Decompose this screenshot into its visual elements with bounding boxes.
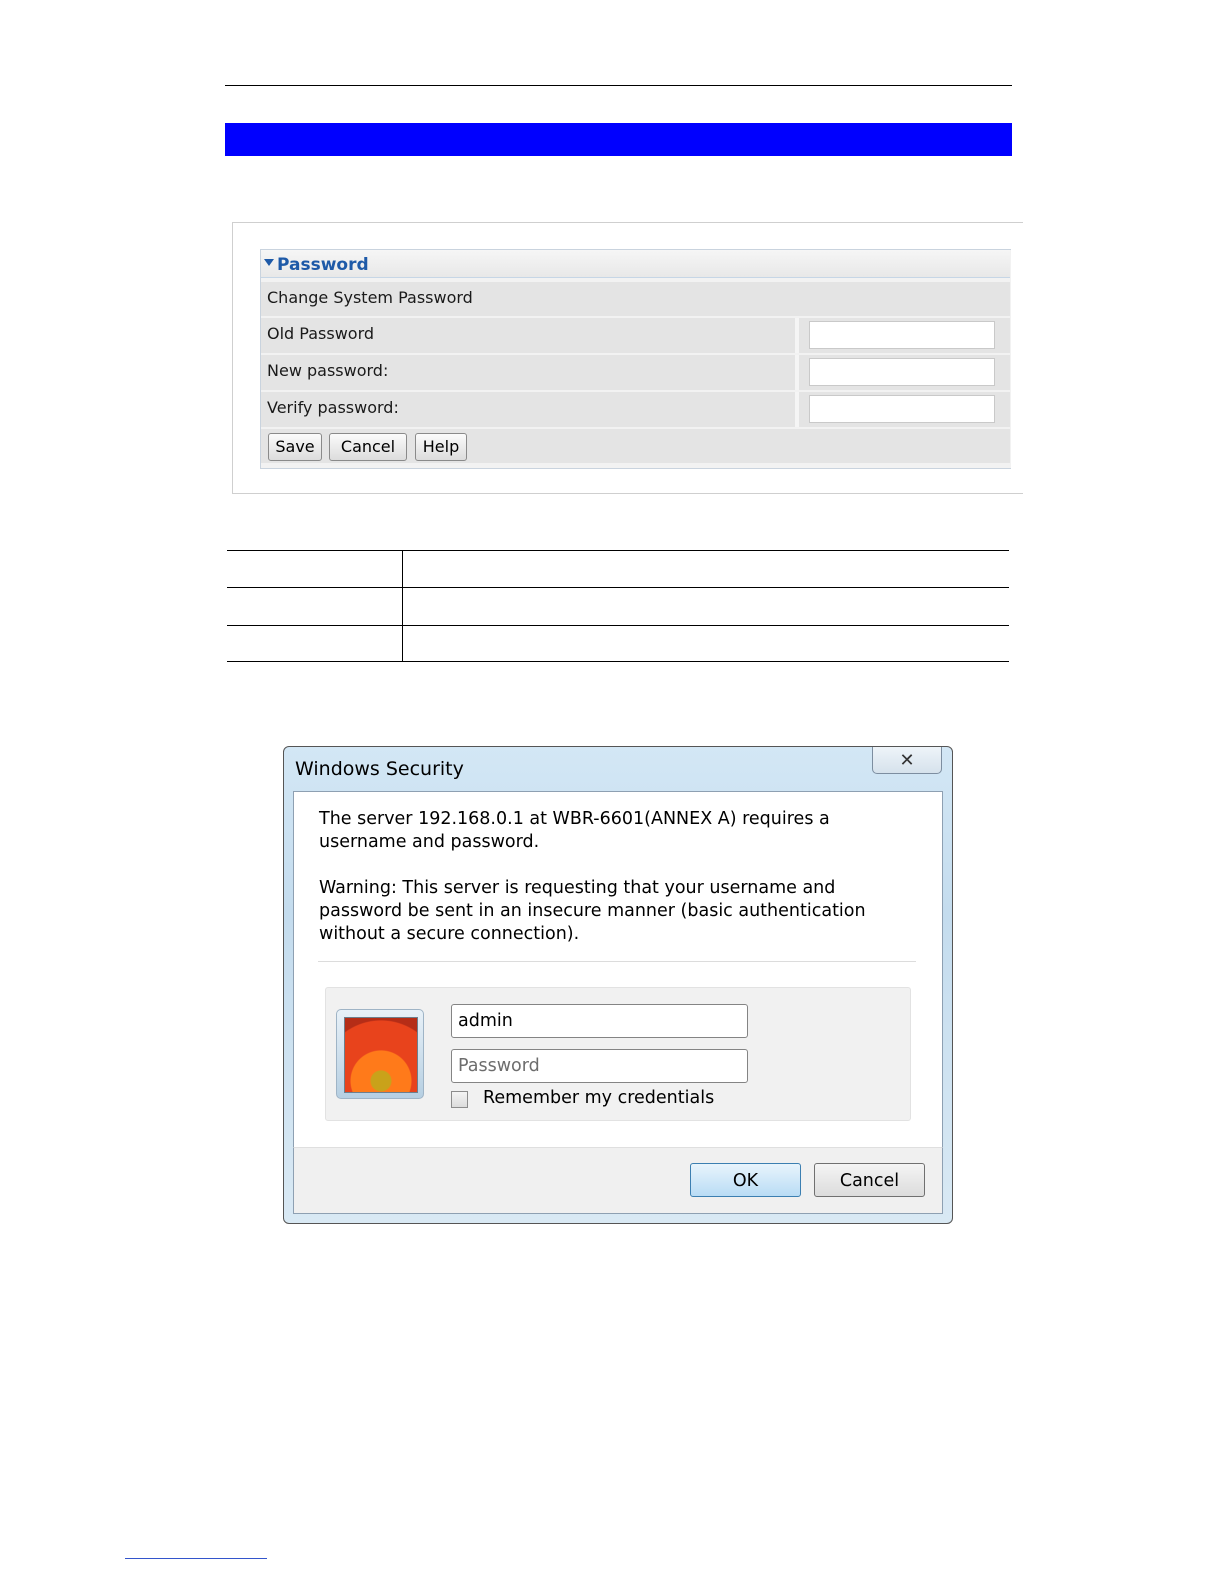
button-row: Save Cancel Help: [261, 429, 1010, 463]
new-password-row: New password:: [261, 355, 1010, 390]
verify-password-row: Verify password:: [261, 392, 1010, 427]
change-password-label: Change System Password: [267, 288, 473, 307]
row-divider: [795, 355, 799, 390]
dialog-warning: Warning: This server is requesting that …: [319, 878, 866, 944]
table-rule: [227, 661, 1009, 662]
table-rule: [227, 550, 1009, 551]
password-input[interactable]: [451, 1049, 748, 1083]
collapse-triangle-icon[interactable]: [264, 259, 274, 266]
dialog-cancel-button[interactable]: Cancel: [814, 1163, 925, 1197]
header-rule: [225, 85, 1012, 86]
verify-password-label: Verify password:: [267, 398, 399, 417]
table-rule: [227, 587, 1009, 588]
password-panel-header[interactable]: Password: [261, 250, 1010, 278]
password-panel-title: Password: [277, 255, 369, 275]
new-password-label: New password:: [267, 361, 389, 380]
ok-button[interactable]: OK: [690, 1163, 801, 1197]
table-column-divider: [402, 550, 403, 661]
user-avatar: [336, 1009, 424, 1099]
remember-label[interactable]: Remember my credentials: [483, 1088, 714, 1108]
row-divider: [795, 318, 799, 353]
old-password-row: Old Password: [261, 318, 1010, 353]
dialog-separator: [318, 961, 916, 962]
remember-checkbox[interactable]: [451, 1091, 468, 1108]
help-button[interactable]: Help: [415, 433, 467, 461]
change-password-row: Change System Password: [261, 282, 1010, 316]
section-banner: [225, 123, 1012, 156]
new-password-input[interactable]: [809, 358, 995, 386]
username-input[interactable]: [451, 1004, 748, 1038]
save-button[interactable]: Save: [268, 433, 322, 461]
row-divider: [795, 392, 799, 427]
footnote-rule: [125, 1558, 267, 1559]
cancel-button[interactable]: Cancel: [329, 433, 407, 461]
table-rule: [227, 625, 1009, 626]
verify-password-input[interactable]: [809, 395, 995, 423]
dialog-title: Windows Security: [295, 758, 464, 780]
old-password-label: Old Password: [267, 324, 375, 343]
old-password-input[interactable]: [809, 321, 995, 349]
dialog-message: The server 192.168.0.1 at WBR-6601(ANNEX…: [319, 809, 830, 852]
close-icon[interactable]: ✕: [872, 747, 942, 774]
flower-avatar-icon: [344, 1017, 418, 1093]
